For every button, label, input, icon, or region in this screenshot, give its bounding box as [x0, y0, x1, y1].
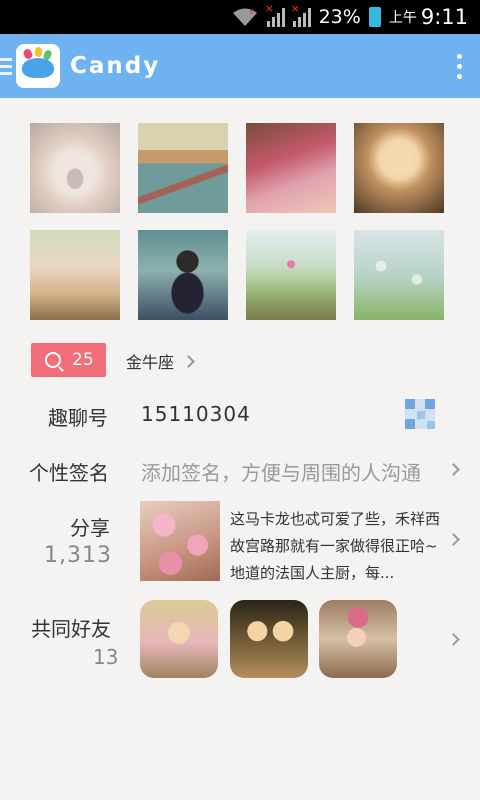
friend-avatar-3[interactable]: [319, 600, 397, 678]
signature-chevron-icon[interactable]: [447, 463, 460, 476]
id-label: 趣聊号: [48, 406, 108, 430]
friends-count: 13: [93, 645, 119, 669]
zodiac-label: 金牛座: [126, 353, 175, 372]
action-bar: Candy: [0, 34, 480, 98]
zodiac-link[interactable]: 金牛座: [126, 349, 195, 373]
signal-icon-2: ×: [291, 2, 311, 27]
share-chevron-icon[interactable]: [447, 533, 460, 546]
share-count: 1,313: [44, 543, 112, 568]
drawer-menu-icon[interactable]: [0, 57, 14, 75]
photo-praying-girl[interactable]: [354, 123, 444, 213]
share-thumbnail[interactable]: [140, 501, 220, 581]
photo-grid: [30, 123, 444, 320]
app-logo-icon[interactable]: [16, 44, 60, 88]
app-title: Candy: [70, 53, 161, 79]
photo-kitten[interactable]: [30, 123, 120, 213]
signature-input[interactable]: 添加签名，方便与周围的人沟通: [141, 457, 437, 486]
photo-harbor[interactable]: [138, 123, 228, 213]
qr-code-icon[interactable]: [405, 399, 435, 429]
photo-hanging-jars[interactable]: [354, 230, 444, 320]
time-ampm: 上午: [388, 10, 417, 26]
svg-text:x: x: [249, 7, 255, 17]
friend-avatar-1[interactable]: [140, 600, 218, 678]
visitor-count: 25: [72, 350, 94, 370]
chevron-right-icon: [182, 354, 195, 368]
overflow-menu-icon[interactable]: [457, 53, 462, 79]
photo-bicycle[interactable]: [30, 230, 120, 320]
battery-percent: 23%: [318, 6, 361, 28]
signal-icon-1: ×: [265, 2, 285, 27]
status-bar: x × × 23% 上午 9:11: [0, 0, 480, 34]
battery-icon: [368, 7, 381, 27]
visitor-search-icon: [45, 352, 61, 368]
share-label: 分享: [70, 516, 110, 540]
friend-avatar-2[interactable]: [230, 600, 308, 678]
photo-flower-street[interactable]: [246, 123, 336, 213]
friends-chevron-icon[interactable]: [447, 633, 460, 646]
clock-time: 9:11: [420, 5, 468, 29]
visitor-count-button[interactable]: 25: [31, 343, 106, 377]
signature-label: 个性签名: [29, 461, 109, 485]
photo-garden-path[interactable]: [246, 230, 336, 320]
friends-label: 共同好友: [31, 617, 111, 641]
photo-child-bridge[interactable]: [138, 230, 228, 320]
wifi-icon: x: [231, 7, 259, 27]
share-preview-text[interactable]: 这马卡龙也忒可爱了些，禾祥西故宫路那就有一家做得很正哈~地道的法国人主厨，每..…: [230, 506, 440, 587]
id-value: 15110304: [141, 402, 251, 426]
